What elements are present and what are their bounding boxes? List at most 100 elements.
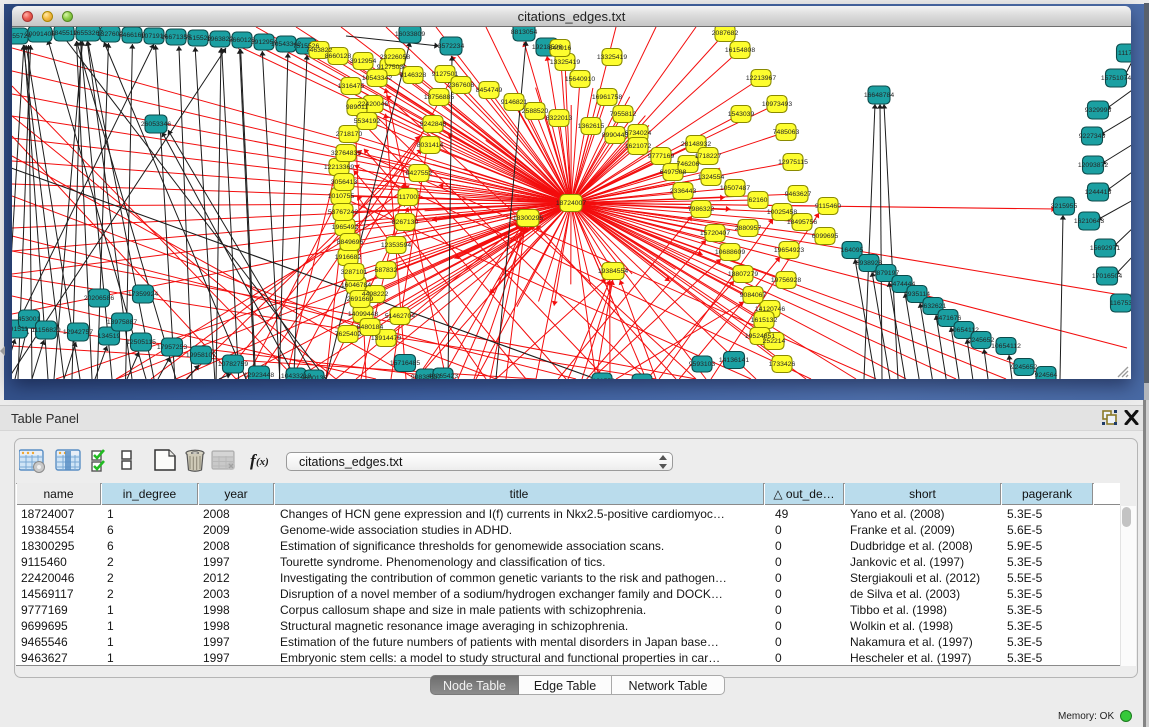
svg-text:1965492: 1965492 xyxy=(332,224,359,231)
svg-text:9084067: 9084067 xyxy=(740,292,767,299)
svg-text:2880957: 2880957 xyxy=(735,225,762,232)
svg-text:1161559: 1161559 xyxy=(589,378,615,379)
svg-text:12353594: 12353594 xyxy=(381,242,411,249)
svg-text:51462704: 51462704 xyxy=(385,313,415,320)
svg-text:17359924: 17359924 xyxy=(128,291,158,298)
svg-text:16961758: 16961758 xyxy=(592,94,622,101)
svg-text:7955812: 7955812 xyxy=(610,111,637,118)
svg-text:13325419: 13325419 xyxy=(597,54,627,61)
svg-text:15751074: 15751074 xyxy=(1101,75,1131,82)
svg-text:1324554: 1324554 xyxy=(698,174,725,181)
svg-text:12093872: 12093872 xyxy=(1078,162,1108,169)
svg-text:19958107: 19958107 xyxy=(186,352,216,359)
svg-text:252214: 252214 xyxy=(763,338,786,345)
svg-text:1543039: 1543039 xyxy=(728,111,755,118)
svg-text:16154808: 16154808 xyxy=(725,47,755,54)
svg-text:26053346: 26053346 xyxy=(141,121,171,128)
svg-text:20206586: 20206586 xyxy=(84,295,114,302)
svg-text:53767242: 53767242 xyxy=(328,209,358,216)
svg-text:9329996: 9329996 xyxy=(1085,107,1112,114)
svg-text:116753: 116753 xyxy=(1110,300,1131,307)
svg-text:8849696: 8849696 xyxy=(337,239,364,246)
svg-text:1916682: 1916682 xyxy=(335,254,362,261)
svg-text:640916: 640916 xyxy=(549,45,572,52)
svg-text:7986322: 7986322 xyxy=(688,206,715,213)
svg-text:17016504: 17016504 xyxy=(1092,273,1122,280)
svg-text:12923448: 12923448 xyxy=(244,372,274,379)
svg-text:11173: 11173 xyxy=(1118,50,1131,57)
svg-text:14136141: 14136141 xyxy=(719,357,749,364)
svg-text:10688609: 10688609 xyxy=(715,249,745,256)
svg-text:6879197: 6879197 xyxy=(873,270,900,277)
svg-text:16033809: 16033809 xyxy=(395,31,425,38)
svg-text:16046784: 16046784 xyxy=(341,282,371,289)
svg-text:1244415: 1244415 xyxy=(1085,189,1112,196)
svg-text:11700: 11700 xyxy=(399,194,418,201)
svg-text:3215955: 3215955 xyxy=(1051,203,1078,210)
svg-text:9227343: 9227343 xyxy=(1079,133,1106,140)
svg-text:1615132: 1615132 xyxy=(751,317,778,324)
svg-text:8031414: 8031414 xyxy=(417,142,444,149)
svg-text:9146821: 9146821 xyxy=(501,99,528,106)
svg-text:453001: 453001 xyxy=(18,316,41,323)
svg-text:28148932: 28148932 xyxy=(681,141,711,148)
svg-text:3912954: 3912954 xyxy=(350,58,377,65)
svg-text:13914479: 13914479 xyxy=(371,335,401,342)
svg-text:13325419: 13325419 xyxy=(550,59,580,66)
svg-text:989011: 989011 xyxy=(346,104,368,111)
svg-text:14120746: 14120746 xyxy=(755,306,785,313)
svg-text:19756928: 19756928 xyxy=(771,277,801,284)
svg-text:10543342: 10543342 xyxy=(362,75,392,82)
svg-text:7625402: 7625402 xyxy=(335,331,362,338)
svg-text:10654112: 10654112 xyxy=(991,343,1021,350)
svg-text:9474444: 9474444 xyxy=(889,281,916,288)
svg-text:14099448: 14099448 xyxy=(348,311,378,318)
svg-text:15716485: 15716485 xyxy=(390,360,420,367)
svg-text:6497508: 6497508 xyxy=(660,169,687,176)
svg-text:2367608: 2367608 xyxy=(448,82,475,89)
svg-text:10507487: 10507487 xyxy=(720,185,750,192)
svg-text:924564: 924564 xyxy=(1035,372,1058,379)
svg-text:10654112: 10654112 xyxy=(949,327,979,334)
svg-text:164095: 164095 xyxy=(841,247,864,254)
svg-text:18300295: 18300295 xyxy=(513,215,543,222)
svg-text:16648784: 16648784 xyxy=(864,92,894,99)
svg-text:1316475: 1316475 xyxy=(338,83,365,90)
svg-text:12975115: 12975115 xyxy=(778,159,808,166)
svg-text:9777169: 9777169 xyxy=(648,153,675,160)
svg-text:8471676: 8471676 xyxy=(935,315,962,322)
svg-text:40265423: 40265423 xyxy=(428,373,458,379)
svg-text:15640910: 15640910 xyxy=(565,76,595,83)
svg-text:8146328: 8146328 xyxy=(400,72,427,79)
svg-text:746206: 746206 xyxy=(677,161,700,168)
svg-text:9245652: 9245652 xyxy=(1011,364,1038,371)
svg-text:8480184: 8480184 xyxy=(357,324,384,331)
svg-text:8454749: 8454749 xyxy=(476,87,503,94)
svg-text:8938928: 8938928 xyxy=(856,260,883,267)
svg-text:12505115: 12505115 xyxy=(126,339,156,346)
svg-text:16210643: 16210643 xyxy=(1074,218,1104,225)
svg-text:23226058: 23226058 xyxy=(380,54,410,61)
svg-text:10782759: 10782759 xyxy=(218,361,248,368)
svg-text:8813054: 8813054 xyxy=(511,29,538,36)
svg-text:8267130: 8267130 xyxy=(392,219,419,226)
svg-text:9242848: 9242848 xyxy=(420,121,447,128)
svg-text:7632621: 7632621 xyxy=(920,303,947,310)
svg-text:1733426: 1733426 xyxy=(769,361,796,368)
svg-text:1718227: 1718227 xyxy=(695,153,722,160)
svg-text:1621072: 1621072 xyxy=(625,143,652,150)
svg-text:12942757: 12942757 xyxy=(63,329,93,336)
svg-text:62160: 62160 xyxy=(749,197,768,204)
svg-text:5534192: 5534192 xyxy=(354,118,381,125)
svg-text:18807279: 18807279 xyxy=(728,271,758,278)
svg-text:2087682: 2087682 xyxy=(712,30,739,37)
svg-text:17957253: 17957253 xyxy=(157,344,187,351)
svg-text:391511: 391511 xyxy=(12,326,28,333)
svg-text:(x): (x) xyxy=(256,456,269,468)
svg-text:2935114: 2935114 xyxy=(904,291,930,298)
svg-text:1010755: 1010755 xyxy=(328,193,355,200)
svg-text:8660128: 8660128 xyxy=(325,53,352,60)
svg-text:9115460: 9115460 xyxy=(815,203,841,210)
svg-text:6734024: 6734024 xyxy=(625,130,652,137)
svg-text:11156829: 11156829 xyxy=(31,327,60,334)
